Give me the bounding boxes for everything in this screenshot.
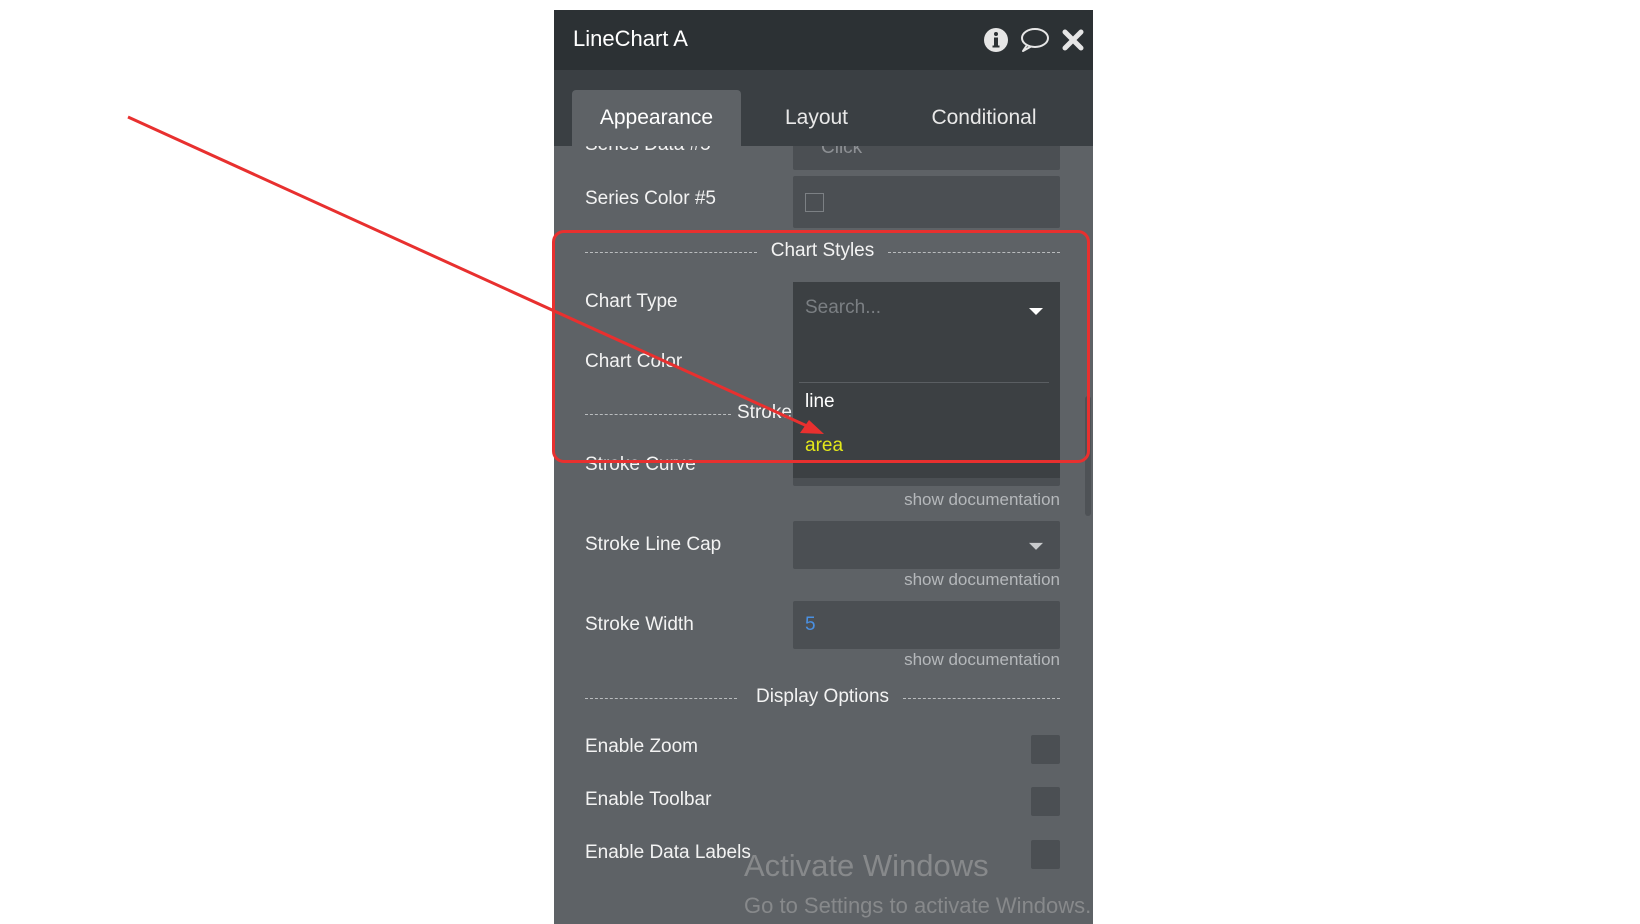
series-color-5-field[interactable] xyxy=(793,176,1060,228)
tab-layout[interactable]: Layout xyxy=(754,90,879,146)
dropdown-separator xyxy=(799,382,1049,383)
dropdown-search-input[interactable]: Search... xyxy=(805,297,881,319)
series-color-5-label: Series Color #5 xyxy=(585,188,716,209)
tab-bar: Appearance Layout Conditional xyxy=(554,70,1093,146)
tab-conditional[interactable]: Conditional xyxy=(894,90,1074,146)
stroke-heading: Stroke xyxy=(731,402,798,423)
chart-color-label: Chart Color xyxy=(585,351,683,372)
stroke-width-value: 5 xyxy=(805,614,816,635)
panel-title: LineChart A xyxy=(573,26,688,51)
stroke-line-cap-select[interactable] xyxy=(793,521,1060,569)
show-documentation-link[interactable]: show documentation xyxy=(904,650,1060,670)
stroke-curve-label: Stroke Curve xyxy=(585,454,696,475)
display-options-heading: Display Options xyxy=(749,686,896,707)
properties-list[interactable]: Series Data #5 Click Series Color #5 Cha… xyxy=(554,146,1093,924)
display-options-divider: Display Options xyxy=(585,686,1060,710)
chart-styles-divider: Chart Styles xyxy=(585,240,1060,264)
show-documentation-link[interactable]: show documentation xyxy=(904,570,1060,590)
stroke-line-cap-label: Stroke Line Cap xyxy=(585,534,722,555)
stroke-width-input[interactable]: 5 xyxy=(793,601,1060,649)
chart-styles-heading: Chart Styles xyxy=(764,240,881,261)
enable-zoom-label: Enable Zoom xyxy=(585,736,699,757)
show-documentation-link[interactable]: show documentation xyxy=(904,490,1060,510)
chart-type-label: Chart Type xyxy=(585,291,678,312)
series-data-5-field[interactable]: Click xyxy=(793,146,1060,170)
screen: LineChart A Appearance Layout Conditiona… xyxy=(0,0,1640,924)
color-swatch[interactable] xyxy=(805,193,824,212)
chevron-down-icon[interactable] xyxy=(1029,308,1043,315)
series-data-5-label: Series Data #5 xyxy=(585,146,711,156)
activate-windows-subtext: Go to Settings to activate Windows. xyxy=(744,893,1092,918)
info-icon[interactable] xyxy=(982,26,1010,54)
property-editor-panel: LineChart A Appearance Layout Conditiona… xyxy=(554,10,1093,924)
scrollbar[interactable] xyxy=(1085,396,1091,516)
chevron-down-icon xyxy=(1029,542,1043,550)
enable-data-labels-label: Enable Data Labels xyxy=(585,842,751,863)
enable-toolbar-checkbox[interactable] xyxy=(1031,787,1060,816)
series-data-5-placeholder: Click xyxy=(821,146,863,158)
chart-type-dropdown[interactable]: Search... line area xyxy=(793,282,1060,478)
stroke-width-label: Stroke Width xyxy=(585,614,694,635)
close-icon[interactable] xyxy=(1059,26,1087,54)
activate-windows-watermark: Activate Windows xyxy=(744,848,989,883)
tab-appearance[interactable]: Appearance xyxy=(572,90,741,146)
enable-toolbar-label: Enable Toolbar xyxy=(585,789,712,810)
dropdown-option-area[interactable]: area xyxy=(805,435,843,457)
dropdown-option-line[interactable]: line xyxy=(805,391,835,413)
comment-icon[interactable] xyxy=(1018,26,1050,54)
panel-titlebar[interactable]: LineChart A xyxy=(554,10,1093,70)
enable-data-labels-checkbox[interactable] xyxy=(1031,840,1060,869)
enable-zoom-checkbox[interactable] xyxy=(1031,735,1060,764)
